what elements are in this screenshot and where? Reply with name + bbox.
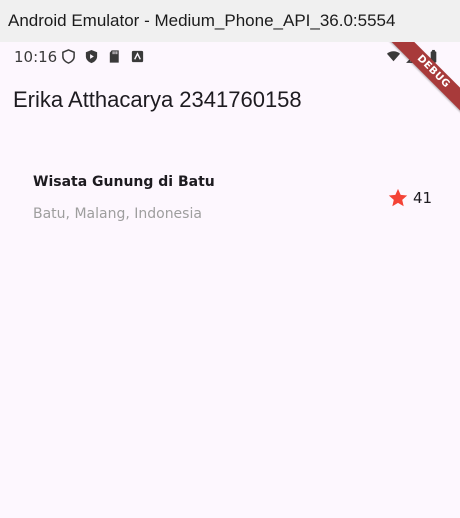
place-name: Wisata Gunung di Batu <box>33 174 215 190</box>
sd-card-icon <box>107 49 122 64</box>
place-card[interactable]: Wisata Gunung di Batu Batu, Malang, Indo… <box>0 157 460 247</box>
app-bar-title: Erika Atthacarya 2341760158 <box>13 87 302 112</box>
phone-screen: 10:16 DEBUG Erika Atthacarya 2341760158 … <box>0 42 460 518</box>
assistant-icon <box>130 49 145 64</box>
star-icon[interactable] <box>387 187 409 209</box>
play-protect-icon <box>84 49 99 64</box>
rating-count: 41 <box>413 189 433 207</box>
wifi-icon <box>386 49 401 64</box>
place-location: Batu, Malang, Indonesia <box>33 206 202 222</box>
window-titlebar: Android Emulator - Medium_Phone_API_36.0… <box>0 0 460 42</box>
window-title: Android Emulator - Medium_Phone_API_36.0… <box>8 11 396 30</box>
shield-icon <box>61 49 76 64</box>
status-bar: 10:16 DEBUG <box>0 42 460 117</box>
status-time: 10:16 <box>14 48 58 66</box>
rating[interactable]: 41 <box>387 187 432 209</box>
status-icons-left <box>61 49 145 64</box>
